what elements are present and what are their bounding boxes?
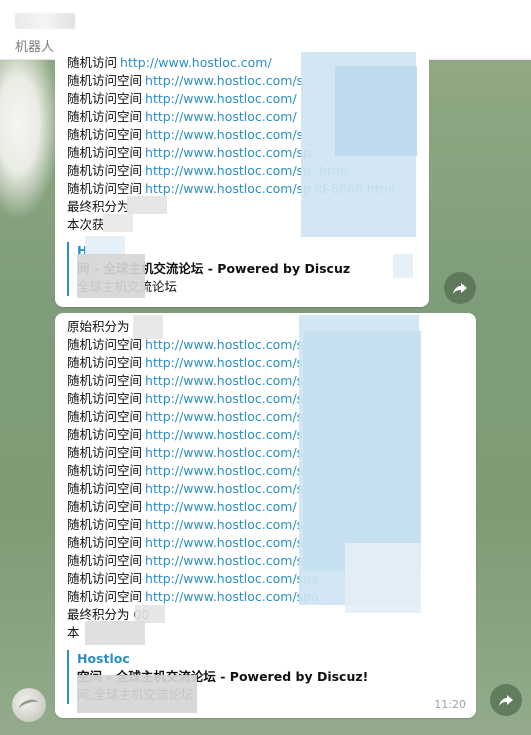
chat-subtitle: 机器人: [15, 40, 55, 55]
random-visit-label: 随机访问: [67, 55, 118, 70]
space-link[interactable]: http://www.hostloc.com/sp: [145, 145, 311, 160]
space-link[interactable]: http://www.hostloc.com/s: [145, 73, 303, 88]
random-visit-label: 随机访问空间: [67, 373, 143, 388]
original-score-label: 原始积分为: [67, 319, 130, 334]
random-visit-label: 随机访问空间: [67, 445, 143, 460]
random-visit-label: 随机访问空间: [67, 535, 143, 550]
random-visit-label: 随机访问空间: [67, 463, 143, 478]
space-link[interactable]: http://www.hostloc.com/spa: [145, 553, 319, 568]
space-link[interactable]: http://www.hostloc.com/s: [145, 127, 303, 142]
share-arrow-icon: [499, 695, 513, 706]
gain-label-2: 本: [67, 625, 80, 640]
final-score-label: 最终积分为: [67, 199, 130, 214]
preview-site-name-2[interactable]: Hostloc: [77, 650, 464, 668]
space-link[interactable]: http://www.hostloc.com/spa: [145, 571, 319, 586]
random-visit-label: 随机访问空间: [67, 517, 143, 532]
space-link[interactable]: http://www.hostloc.com/: [120, 55, 272, 70]
space-link[interactable]: http://www.hostloc.com/s: [145, 481, 303, 496]
share-button-2[interactable]: [490, 684, 522, 716]
redaction-block: [335, 66, 417, 156]
space-link[interactable]: http://www.hostloc.com/s: [145, 391, 303, 406]
random-visit-label: 随机访问空间: [67, 427, 143, 442]
bot-avatar[interactable]: [12, 688, 46, 722]
space-link[interactable]: http://www.hostloc.com/s: [145, 463, 303, 478]
space-link[interactable]: http://www.hostloc.com/: [145, 91, 297, 106]
random-visit-label: 随机访问空间: [67, 499, 143, 514]
redaction-block: [85, 621, 145, 645]
message-bubble-2: 原始积分为 随机访问空间 http://www.hostloc.com/sp 随机访…: [55, 313, 476, 718]
share-button-1[interactable]: [444, 272, 476, 304]
redaction-block: [77, 254, 145, 298]
random-visit-label: 随机访问空间: [67, 409, 143, 424]
redaction-block: [77, 675, 197, 713]
redaction-block: [85, 236, 125, 256]
space-link[interactable]: http://www.hostloc.com/s: [145, 355, 303, 370]
space-link[interactable]: http://www.hostloc.com/sp: [145, 337, 311, 352]
random-visit-label: 随机访问空间: [67, 91, 143, 106]
message-bubble-1: 随机访问 http://www.hostloc.com/随机访问空间 http://…: [55, 48, 429, 307]
space-link[interactable]: http://www.hostloc.com/s: [145, 535, 303, 550]
random-visit-label: 随机访问空间: [67, 589, 143, 604]
random-visit-label: 随机访问空间: [67, 163, 143, 178]
chat-title-redacted: [15, 13, 75, 29]
random-visit-label: 随机访问空间: [67, 73, 143, 88]
background-flower-decoration: [0, 60, 60, 220]
space-link[interactable]: http://www.hostloc.com/s: [145, 373, 303, 388]
gain-label: 本次获: [67, 217, 105, 232]
redaction-block: [103, 214, 133, 232]
random-visit-label: 随机访问空间: [67, 553, 143, 568]
share-arrow-icon: [453, 283, 467, 294]
random-visit-label: 随机访问空间: [67, 355, 143, 370]
space-link[interactable]: http://www.hostloc.com/s: [145, 427, 303, 442]
random-visit-label: 随机访问空间: [67, 181, 143, 196]
random-visit-label: 随机访问空间: [67, 481, 143, 496]
random-visit-label: 随机访问空间: [67, 109, 143, 124]
random-visit-label: 随机访问空间: [67, 391, 143, 406]
message-time: 11:20: [434, 698, 466, 711]
redaction-block: [345, 543, 421, 613]
redaction-block: [133, 315, 163, 339]
space-link[interactable]: http://www.hostloc.com/spa: [145, 589, 319, 604]
space-link[interactable]: http://www.hostloc.com/s: [145, 517, 303, 532]
random-visit-label: 随机访问空间: [67, 127, 143, 142]
space-link[interactable]: http://www.hostloc.com/: [145, 499, 297, 514]
space-link[interactable]: http://www.hostloc.com/s: [145, 445, 303, 460]
redaction-block: [303, 331, 421, 571]
space-link[interactable]: http://www.hostloc.com/: [145, 109, 297, 124]
space-link[interactable]: http://www.hostloc.com/s: [145, 409, 303, 424]
random-visit-label: 随机访问空间: [67, 145, 143, 160]
redaction-block: [393, 254, 413, 278]
random-visit-label: 随机访问空间: [67, 337, 143, 352]
redaction-block: [127, 196, 167, 214]
random-visit-label: 随机访问空间: [67, 571, 143, 586]
